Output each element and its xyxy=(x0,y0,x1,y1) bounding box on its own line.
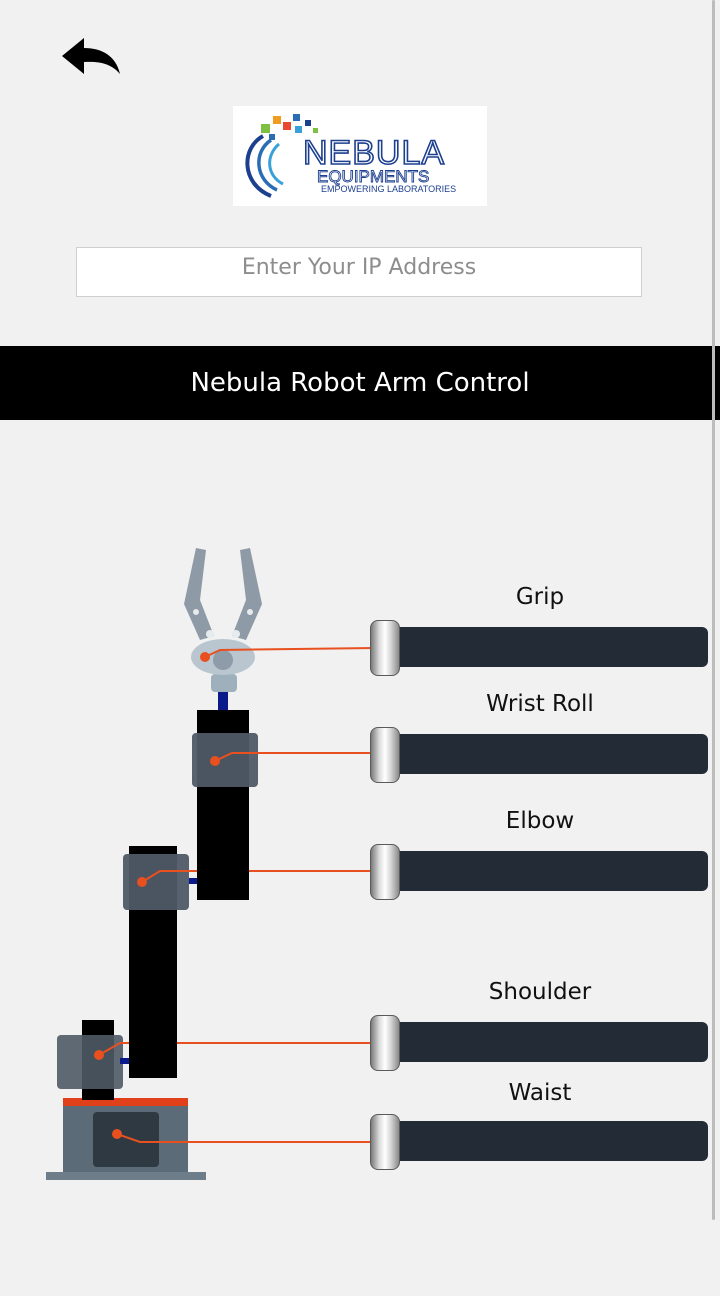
wrist-roll-slider-track[interactable] xyxy=(372,734,708,774)
shoulder-slider-thumb[interactable] xyxy=(370,1015,400,1071)
shoulder-label: Shoulder xyxy=(488,979,592,1005)
shoulder-slider-track[interactable] xyxy=(372,1022,708,1062)
gripper xyxy=(184,548,262,692)
shoulder-servo xyxy=(57,1035,123,1089)
nebula-logo: NEBULA EQUIPMENTS EMPOWERING LABORATORIE… xyxy=(233,106,487,206)
ip-address-input[interactable] xyxy=(76,247,642,297)
elbow-label: Elbow xyxy=(505,808,575,834)
back-arrow-icon xyxy=(62,38,120,74)
robot-arm-illustration xyxy=(46,548,376,1180)
title-banner: Nebula Robot Arm Control xyxy=(0,346,720,420)
elbow-slider-thumb[interactable] xyxy=(370,844,400,900)
wrist-roll-label: Wrist Roll xyxy=(486,691,594,717)
page-title: Nebula Robot Arm Control xyxy=(190,368,530,398)
elbow-servo xyxy=(123,854,189,910)
wrist-servo xyxy=(192,733,258,787)
grip-label: Grip xyxy=(515,584,565,610)
waist-servo xyxy=(93,1112,159,1167)
waist-slider-thumb[interactable] xyxy=(370,1114,400,1170)
elbow-slider-track[interactable] xyxy=(372,851,708,891)
waist-slider-track[interactable] xyxy=(372,1121,708,1161)
grip-slider-track[interactable] xyxy=(372,627,708,667)
wrist-roll-slider-thumb[interactable] xyxy=(370,727,400,783)
grip-slider-thumb[interactable] xyxy=(370,620,400,676)
logo-tagline: EMPOWERING LABORATORIES xyxy=(321,184,456,194)
waist-label: Waist xyxy=(508,1080,572,1106)
back-button[interactable] xyxy=(58,34,124,80)
scrollbar[interactable] xyxy=(712,0,715,1220)
